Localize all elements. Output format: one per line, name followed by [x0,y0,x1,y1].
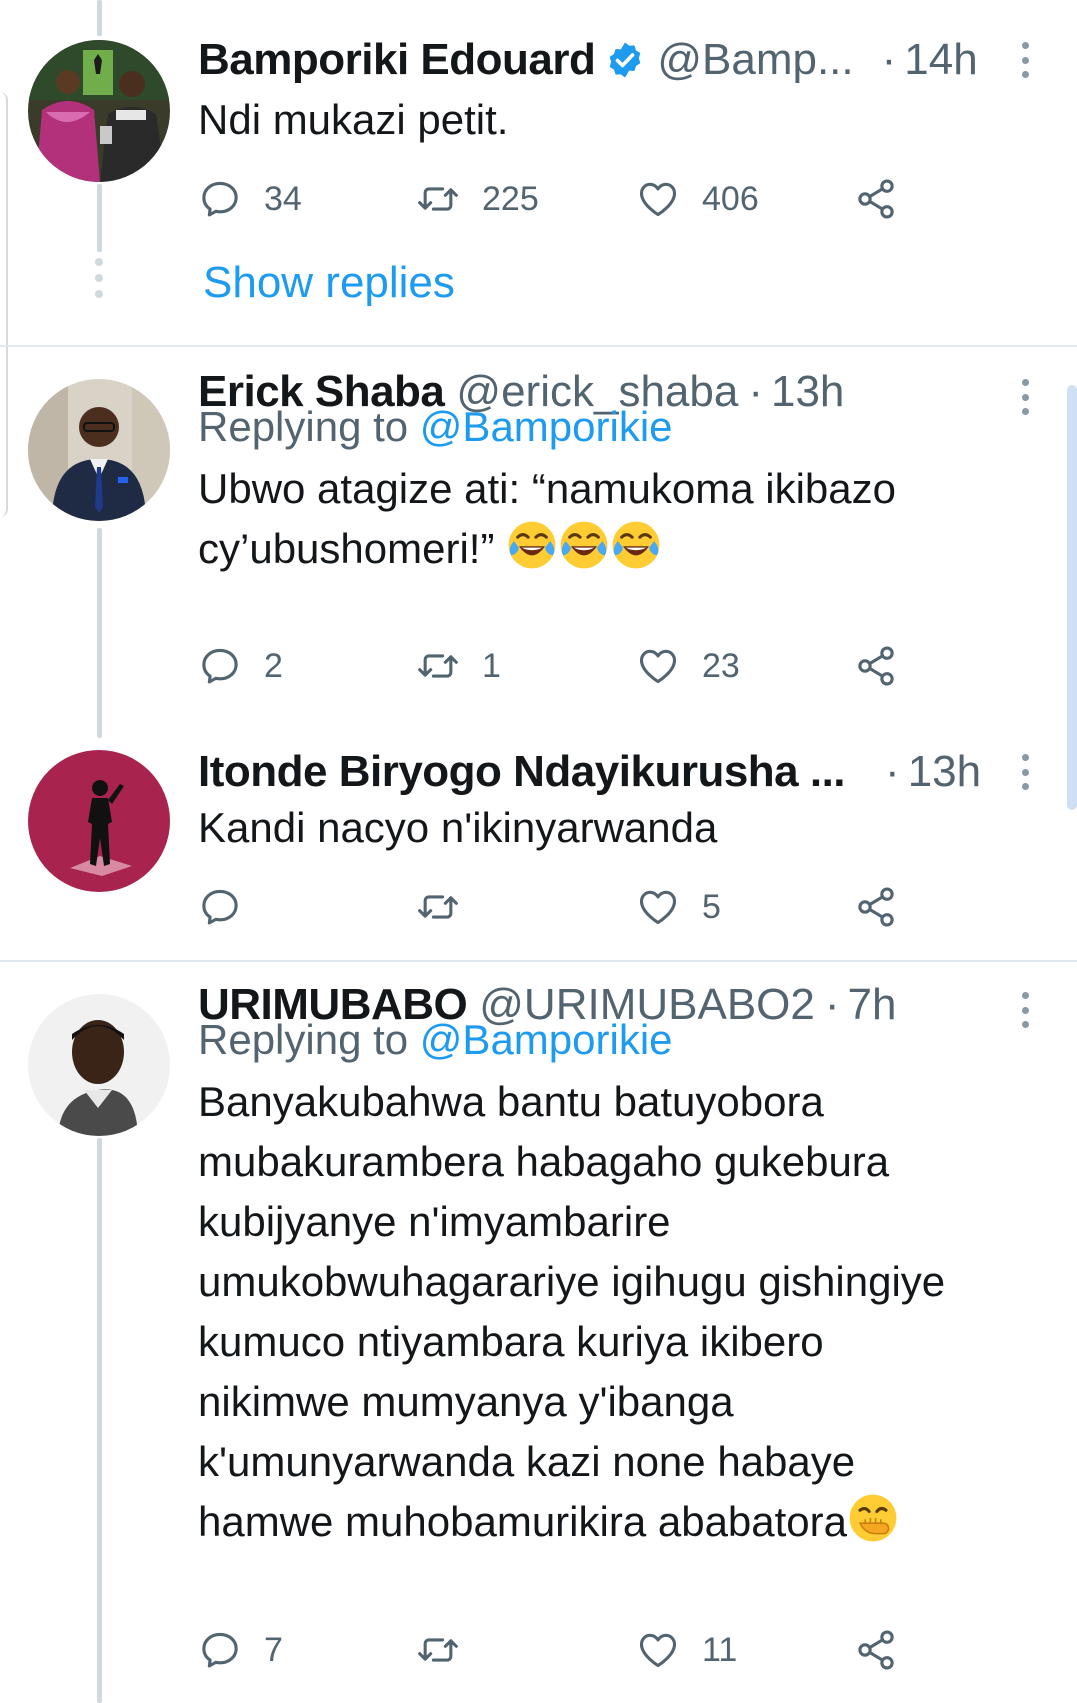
reply-count: 2 [264,646,283,685]
share-icon [854,177,898,221]
tweet-text-line-content: cy’ubushomeri!” [198,525,495,572]
reply-button[interactable]: 2 [198,641,283,691]
share-icon [854,644,898,688]
replying-to: Replying to @Bamporikie [198,1016,673,1064]
tweet-urimubabo[interactable]: URIMUBABO @URIMUBABO2 · 7h Replying to @… [0,962,1077,1703]
tweet-itonde[interactable]: Itonde Biryogo Ndayikurusha ... · 13h Ka… [0,730,1077,960]
tweet-actions: 5 [198,882,958,932]
mention-link[interactable]: @Bamporikie [420,403,673,450]
author-name[interactable]: Itonde Biryogo Ndayikurusha ... [198,747,846,797]
replying-to-prefix: Replying to [198,1016,409,1063]
like-count: 406 [702,179,759,218]
retweet-icon [416,1628,460,1672]
tweet-text-line-content: hamwe muhobamurikira ababatora [198,1498,848,1545]
reply-button[interactable]: 34 [198,174,302,224]
tweet-text-line: kumuco ntiyambara kuriya ikibero [198,1318,824,1365]
reply-count: 7 [264,1630,283,1669]
tweet-time[interactable]: 14h [904,35,977,85]
tweet-actions: 7 11 [198,1625,958,1675]
retweet-icon [416,644,460,688]
heart-icon [636,1628,680,1672]
retweet-button[interactable] [416,882,482,932]
show-replies-link[interactable]: Show replies [203,258,455,308]
tweet-text-line: Ubwo atagize ati: “namukoma ikibazo [198,465,897,512]
retweet-icon [416,885,460,929]
more-vertical-icon[interactable] [1013,990,1037,1030]
share-button[interactable] [854,174,898,224]
retweet-count: 1 [482,646,501,685]
reply-icon [198,1628,242,1672]
like-button[interactable]: 5 [636,882,721,932]
heart-icon [636,885,680,929]
share-button[interactable] [854,882,898,932]
author-name[interactable]: Bamporiki Edouard [198,35,596,85]
reply-button[interactable] [198,882,264,932]
tweet-header: Itonde Biryogo Ndayikurusha ... · 13h [198,746,1007,798]
heart-icon [636,177,680,221]
tweet-text-line: kubijyanye n'imyambarire [198,1198,671,1245]
like-count: 23 [702,646,740,685]
retweet-button[interactable] [416,1625,482,1675]
tweet-text-line: mubakurambera habagaho gukebura [198,1138,890,1185]
tweet-text-line: cy’ubushomeri!” [198,519,1037,579]
tweet-actions: 34 225 406 [198,174,958,224]
tweet-text-line: umukobwuhagarariye igihugu gishingiye [198,1258,946,1305]
reply-icon [198,885,242,929]
like-count: 5 [702,887,721,926]
like-button[interactable]: 11 [636,1625,737,1675]
share-button[interactable] [854,641,898,691]
timeline-feed: Bamporiki Edouard @Bamp... · 14h Ndi muk… [0,0,1077,1703]
tweet-text: Banyakubahwa bantu batuyobora mubakuramb… [198,1072,1037,1552]
more-vertical-icon[interactable] [1013,40,1037,80]
tweet-text-line: nikimwe mumyanya y'ibanga [198,1378,734,1425]
reply-button[interactable]: 7 [198,1625,283,1675]
face-with-tears-of-joy-emoji [558,519,610,571]
reply-icon [198,177,242,221]
retweet-button[interactable]: 225 [416,174,539,224]
separator-dot: · [748,367,763,416]
tweet-actions: 2 1 23 [198,641,958,691]
replying-to: Replying to @Bamporikie [198,403,673,451]
reply-count: 34 [264,179,302,218]
like-button[interactable]: 406 [636,174,759,224]
tweet-text-line: Banyakubahwa bantu batuyobora [198,1078,824,1125]
share-icon [854,885,898,929]
heart-icon [636,644,680,688]
retweet-icon [416,177,460,221]
retweet-count: 225 [482,179,539,218]
more-vertical-icon[interactable] [1013,377,1037,417]
reply-icon [198,644,242,688]
tweet-bamporiki[interactable]: Bamporiki Edouard @Bamp... · 14h Ndi muk… [0,0,1077,345]
share-button[interactable] [854,1625,898,1675]
separator-dot: · [824,980,840,1029]
like-button[interactable]: 23 [636,641,740,691]
replying-to-prefix: Replying to [198,403,409,450]
mention-link[interactable]: @Bamporikie [420,1016,673,1063]
tweet-text: Kandi nacyo n'ikinyarwanda [198,804,718,851]
more-vertical-icon[interactable] [1013,752,1037,792]
tweet-time[interactable]: 13h [771,367,844,417]
like-count: 11 [702,1630,738,1669]
separator-dot: · [881,35,897,84]
verified-badge-icon [610,42,641,78]
tweet-text-line: k'umunyarwanda kazi none habaye [198,1438,856,1485]
tweet-text-line: hamwe muhobamurikira ababatora [198,1492,1037,1552]
tweet-time[interactable]: 7h [848,980,897,1030]
share-icon [854,1628,898,1672]
tweet-text: Ubwo atagize ati: “namukoma ikibazo cy’u… [198,459,1037,579]
tweet-erick-shaba[interactable]: Erick Shaba @erick_shaba · 13h Replying … [0,347,1077,717]
face-with-hand-over-mouth-emoji [847,1492,899,1544]
retweet-button[interactable]: 1 [416,641,501,691]
avatar[interactable] [28,40,170,182]
face-with-tears-of-joy-emoji [506,519,558,571]
avatar[interactable] [28,750,170,892]
tweet-time[interactable]: 13h [908,747,981,797]
face-with-tears-of-joy-emoji [610,519,662,571]
tweet-header: Bamporiki Edouard @Bamp... · 14h [198,34,1007,86]
tweet-text: Ndi mukazi petit. [198,96,509,143]
avatar[interactable] [28,379,170,521]
avatar[interactable] [28,994,170,1136]
separator-dot: · [885,747,900,796]
author-handle[interactable]: @Bamp... [657,35,853,85]
